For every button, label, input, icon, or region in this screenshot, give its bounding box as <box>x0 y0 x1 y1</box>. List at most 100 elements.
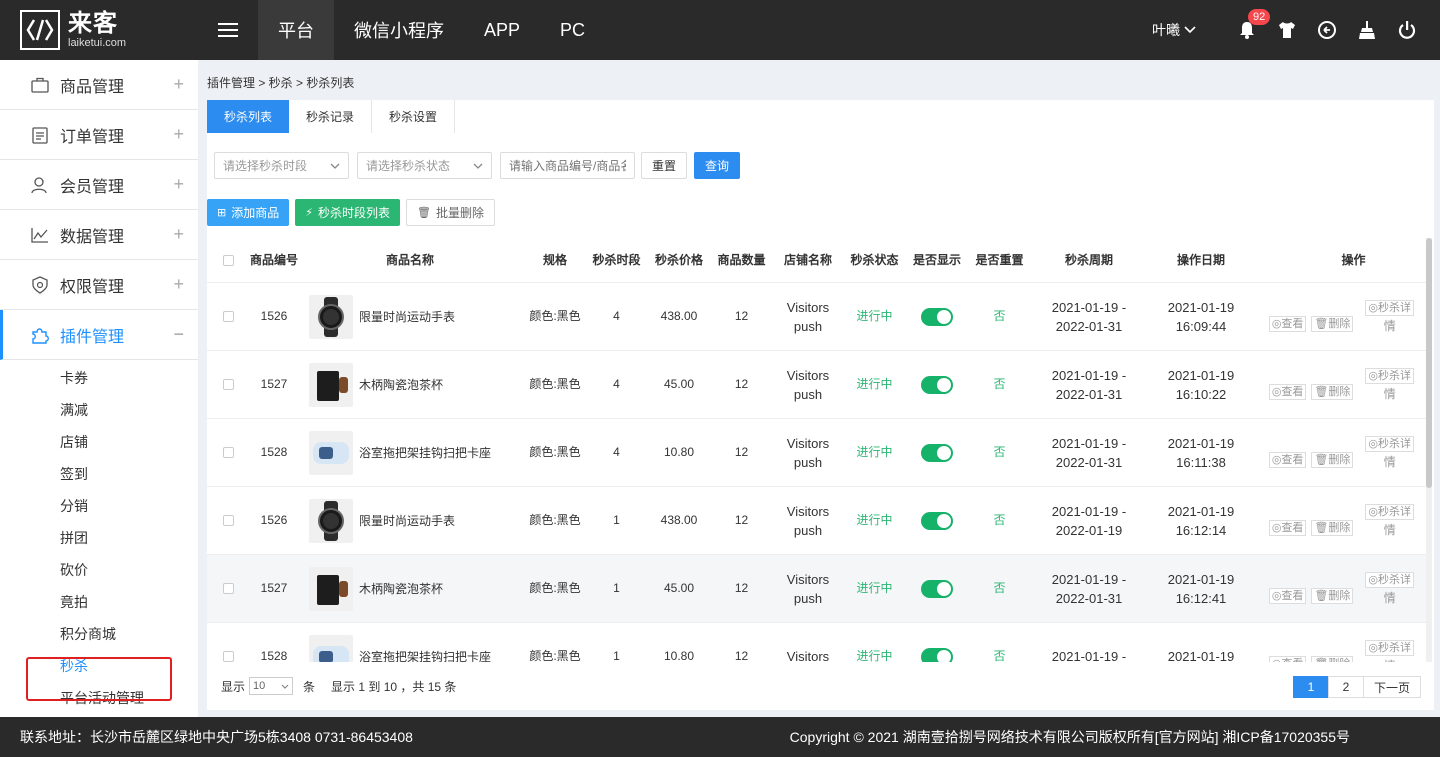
tab-flash-sale-list[interactable]: 秒杀列表 <box>207 100 290 133</box>
delete-button[interactable]: 🗑删除 <box>1311 587 1354 604</box>
sidebar-sub-checkin[interactable]: 签到 <box>0 458 198 490</box>
op-date: 2021-01-19 <box>1167 649 1235 662</box>
detail-button[interactable]: ◎ 秒杀详 <box>1365 639 1414 656</box>
add-goods-button[interactable]: ⊞ 添加商品 <box>207 199 290 226</box>
sidebar-item-permissions[interactable]: 权限管理 + <box>0 260 198 310</box>
page-1-button[interactable]: 1 <box>1292 676 1329 698</box>
sidebar-item-orders[interactable]: 订单管理 + <box>0 110 198 160</box>
display-toggle[interactable] <box>921 647 953 662</box>
page-2-button[interactable]: 2 <box>1327 676 1364 698</box>
scrollbar-thumb[interactable] <box>1426 238 1432 488</box>
slot-list-button[interactable]: ⚡ 秒杀时段列表 <box>295 199 400 226</box>
shop-name-line1: Visitors <box>786 503 830 519</box>
display-toggle[interactable] <box>921 375 953 394</box>
tab-flash-sale-settings[interactable]: 秒杀设置 <box>372 100 456 133</box>
reset-flag: 否 <box>993 513 1006 527</box>
eye-icon: ◎ <box>1271 589 1282 602</box>
clear-cache-button[interactable] <box>1356 19 1378 41</box>
sidebar-sub-distribution[interactable]: 分销 <box>0 490 198 522</box>
delete-button[interactable]: 🗑删除 <box>1311 519 1354 536</box>
display-toggle[interactable] <box>921 307 953 326</box>
goods-spec: 颜色:黑色 <box>529 513 581 527</box>
search-input[interactable] <box>500 152 635 179</box>
tab-flash-sale-records[interactable]: 秒杀记录 <box>289 100 373 133</box>
view-button[interactable]: ◎查看 <box>1268 519 1307 536</box>
sidebar-sub-auction[interactable]: 竟拍 <box>0 586 198 618</box>
display-toggle[interactable] <box>921 579 953 598</box>
chevron-down-icon <box>330 163 340 169</box>
theme-button[interactable] <box>1276 19 1298 41</box>
select-all-checkbox[interactable] <box>222 254 234 266</box>
detail-button[interactable]: ◎ 秒杀详 <box>1365 571 1414 588</box>
plus-square-icon: ⊞ <box>217 207 227 219</box>
delete-button[interactable]: 🗑删除 <box>1311 451 1354 468</box>
row-checkbox[interactable] <box>222 379 234 390</box>
eye-icon: ◎ <box>1368 641 1378 654</box>
notification-badge: 92 <box>1248 9 1271 25</box>
logo[interactable]: 来客 laiketui.com <box>0 0 198 60</box>
puzzle-icon <box>30 325 50 345</box>
delete-button[interactable]: 🗑删除 <box>1311 655 1354 662</box>
row-checkbox[interactable] <box>222 447 234 458</box>
delete-button[interactable]: 🗑删除 <box>1311 315 1354 332</box>
eye-icon: ◎ <box>1368 301 1378 314</box>
detail-button[interactable]: ◎ 秒杀详 <box>1365 367 1414 384</box>
page-size-select[interactable]: 10 <box>249 677 294 695</box>
top-bar: 来客 laiketui.com 平台 微信小程序 APP PC 叶曦 92 <box>0 0 1440 60</box>
page-info: 显示 10 条 显示 1 到 10 ，共 15 条 <box>221 677 456 695</box>
menu-toggle-button[interactable] <box>198 0 258 60</box>
notification-button[interactable]: 92 <box>1236 9 1271 41</box>
sidebar-item-plugins[interactable]: 插件管理 − <box>0 310 198 360</box>
detail-button[interactable]: ◎ 秒杀详 <box>1365 435 1414 452</box>
query-button[interactable]: 查询 <box>694 152 741 179</box>
display-toggle[interactable] <box>921 443 953 462</box>
sidebar-sub-group-buy[interactable]: 拼团 <box>0 522 198 554</box>
table-row: 1528 浴室拖把架挂钩扫把卡座 颜色:黑色 4 10.80 12 Visito… <box>207 419 1426 487</box>
sidebar-sub-bargain[interactable]: 砍价 <box>0 554 198 586</box>
detail-button[interactable]: ◎ 秒杀详 <box>1365 503 1414 520</box>
detail-button[interactable]: ◎ 秒杀详 <box>1365 299 1414 316</box>
row-checkbox[interactable] <box>222 583 234 594</box>
topnav-mini-program[interactable]: 微信小程序 <box>334 0 464 60</box>
sale-status: 进行中 <box>856 581 893 595</box>
goods-qty: 12 <box>734 445 749 459</box>
view-button[interactable]: ◎查看 <box>1268 655 1307 662</box>
topnav-platform[interactable]: 平台 <box>258 0 334 60</box>
sidebar-sub-coupon[interactable]: 卡券 <box>0 362 198 394</box>
sidebar-item-goods[interactable]: 商品管理 + <box>0 60 198 110</box>
sidebar-sub-flash-sale[interactable]: 秒杀 <box>0 650 198 682</box>
sidebar-sub-platform-activity[interactable]: 平台活动管理 <box>0 682 198 714</box>
user-menu[interactable]: 叶曦 <box>1152 20 1196 40</box>
next-page-button[interactable]: 下一页 <box>1362 676 1421 698</box>
logo-domain: laiketui.com <box>68 36 127 49</box>
display-toggle[interactable] <box>921 511 953 530</box>
view-button[interactable]: ◎查看 <box>1268 587 1307 604</box>
expand-icon: + <box>173 224 184 244</box>
back-button[interactable] <box>1316 19 1338 41</box>
view-button[interactable]: ◎查看 <box>1268 315 1307 332</box>
status-select[interactable]: 请选择秒杀状态 <box>357 152 492 179</box>
lightning-icon: ⚡ <box>305 207 313 219</box>
sidebar-item-data[interactable]: 数据管理 + <box>0 210 198 260</box>
table-body: 1526 限量时尚运动手表 颜色:黑色 4 438.00 12 Visitors… <box>207 283 1426 662</box>
row-checkbox[interactable] <box>222 651 234 662</box>
view-button[interactable]: ◎查看 <box>1268 383 1307 400</box>
table-scrollbar[interactable] <box>1426 238 1432 662</box>
sidebar-sub-discount[interactable]: 满减 <box>0 394 198 426</box>
batch-delete-button[interactable]: 🗑 批量删除 <box>405 199 495 226</box>
delete-button[interactable]: 🗑删除 <box>1311 383 1354 400</box>
view-button[interactable]: ◎查看 <box>1268 451 1307 468</box>
sidebar-sub-points-mall[interactable]: 积分商城 <box>0 618 198 650</box>
slot-select[interactable]: 请选择秒杀时段 <box>214 152 349 179</box>
sidebar-sub-store[interactable]: 店铺 <box>0 426 198 458</box>
sidebar-item-members[interactable]: 会员管理 + <box>0 160 198 210</box>
row-checkbox[interactable] <box>222 515 234 526</box>
topnav-app[interactable]: APP <box>464 0 540 60</box>
logout-button[interactable] <box>1396 19 1418 41</box>
reset-button[interactable]: 重置 <box>641 152 688 179</box>
topnav-pc[interactable]: PC <box>540 0 605 60</box>
sale-slot: 1 <box>613 581 620 595</box>
sale-price: 10.80 <box>663 649 695 662</box>
goods-table: 商品编号 商品名称 规格 秒杀时段 秒杀价格 商品数量 店铺名称 秒杀状态 是否… <box>207 238 1426 662</box>
row-checkbox[interactable] <box>222 311 234 322</box>
